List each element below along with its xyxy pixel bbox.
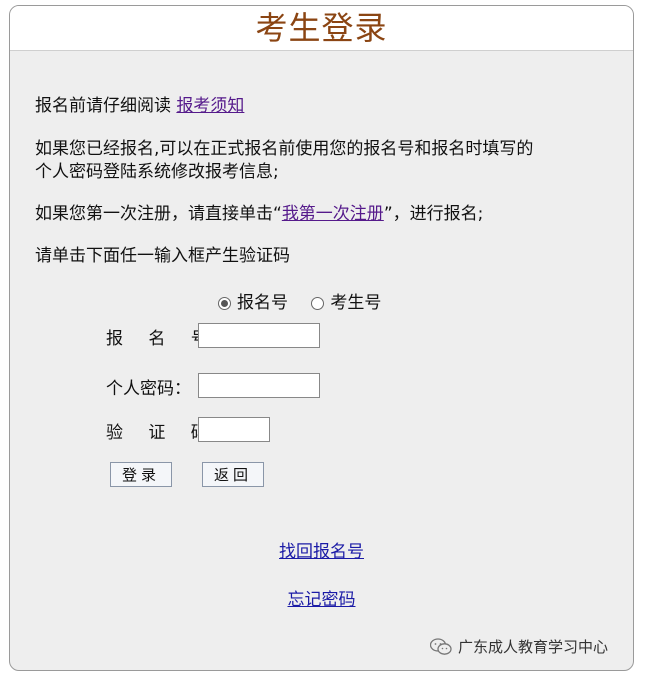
radio-candidate-number[interactable]: 考生号 — [311, 292, 381, 314]
title-bar: 考生登录 — [10, 6, 633, 51]
captcha-input[interactable] — [198, 417, 270, 442]
login-type-group: 报名号 考生号 — [218, 292, 399, 316]
exam-notice-link[interactable]: 报考须知 — [176, 96, 244, 116]
forgot-password-container: 忘记密码 — [10, 585, 633, 610]
radio-candidate-number-label: 考生号 — [330, 293, 382, 313]
intro-line-2: 如果您已经报名,可以在正式报名前使用您的报名号和报名时填写的 个人密码登陆系统修… — [35, 138, 533, 184]
login-panel: 考生登录 报名前请仔细阅读 报考须知 如果您已经报名,可以在正式报名前使用您的报… — [9, 5, 634, 671]
intro-line-1-text: 报名前请仔细阅读 — [35, 96, 171, 116]
watermark: 广东成人教育学习中心 — [430, 636, 608, 657]
radio-reg-number[interactable]: 报名号 — [218, 292, 288, 314]
intro-line-1: 报名前请仔细阅读 报考须知 — [35, 95, 244, 118]
reg-number-input[interactable] — [198, 323, 320, 348]
radio-candidate-number-dot[interactable] — [311, 296, 325, 310]
watermark-text: 广东成人教育学习中心 — [458, 638, 609, 656]
password-label: 个人密码： — [106, 379, 191, 399]
intro-line-2b: 个人密码登陆系统修改报考信息; — [35, 162, 279, 182]
intro-line-3-suffix: ”，进行报名; — [383, 204, 484, 224]
wechat-icon — [430, 637, 452, 655]
radio-reg-number-dot[interactable] — [218, 296, 231, 310]
forgot-password-link[interactable]: 忘记密码 — [288, 590, 356, 610]
login-button[interactable]: 登录 — [110, 462, 172, 487]
page-title: 考生登录 — [255, 9, 388, 47]
find-reg-number-link[interactable]: 找回报名号 — [279, 542, 364, 562]
password-input[interactable] — [198, 373, 320, 398]
intro-line-4: 请单击下面任一输入框产生验证码 — [35, 246, 290, 266]
intro-line-2a: 如果您已经报名,可以在正式报名前使用您的报名号和报名时填写的 — [35, 139, 534, 159]
intro-line-3: 如果您第一次注册，请直接单击“我第一次注册”，进行报名; — [35, 203, 483, 226]
intro-line-3-prefix: 如果您第一次注册，请直接单击“ — [35, 204, 282, 224]
back-button[interactable]: 返回 — [202, 462, 264, 487]
radio-reg-number-label: 报名号 — [237, 293, 288, 313]
first-register-link[interactable]: 我第一次注册 — [282, 204, 384, 224]
find-reg-container: 找回报名号 — [10, 537, 633, 562]
